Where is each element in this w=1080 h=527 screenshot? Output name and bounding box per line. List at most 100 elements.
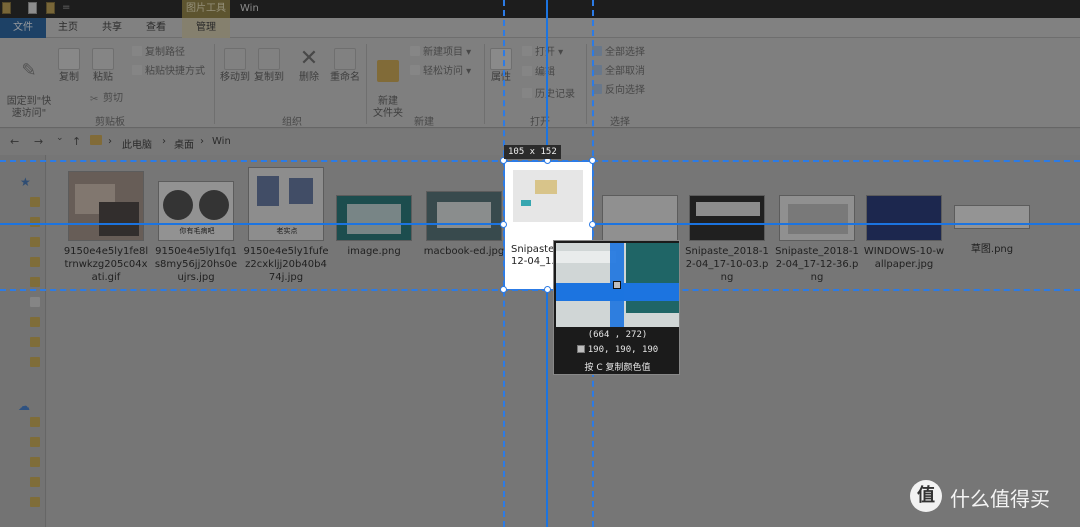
file-item[interactable]: WINDOWS-10-wallpaper.jpg [859,195,949,271]
magnifier-center-pixel [613,281,621,289]
pin-icon: ✎ [21,60,37,81]
file-item[interactable]: 你有毛病吧 9150e4e5ly1fq1s8my56jj20hs0eujrs.j… [151,181,241,284]
rename-button[interactable]: 重命名 [328,48,362,84]
properties-icon[interactable] [28,2,37,14]
cut-label: 剪切 [103,93,123,104]
delete-button[interactable]: ✕ 删除 [294,48,324,84]
quick-access-star-icon[interactable]: ★ [20,175,31,189]
magnified-pixels [626,243,679,313]
invert-selection-button[interactable]: 反向选择 [592,84,645,97]
file-name: Snipaste_2018-12-04_17-12-36.png [775,246,859,283]
file-item[interactable]: 老实点 9150e4e5ly1fufez2cxkljj20b40b474j.jp… [241,167,331,284]
file-item[interactable]: image.png [329,195,419,258]
file-icon[interactable] [2,2,11,14]
breadcrumb-separator: › [108,136,112,147]
group-select: 选择 [610,117,630,128]
pin-quick-access-button[interactable]: ✎ 固定到"快 速访问" [4,48,54,120]
breadcrumb-win[interactable]: Win [212,136,231,147]
resize-handle[interactable] [500,221,507,228]
sidebar-item[interactable] [30,297,40,307]
sidebar-folder[interactable] [30,437,40,447]
navigation-pane[interactable]: ★ ☁ [0,155,46,527]
sidebar-folder[interactable] [30,197,40,207]
easy-access-icon [410,65,420,75]
copy-color-hint: 按 C 复制颜色值 [584,363,651,373]
tab-file[interactable]: 文件 [0,18,46,38]
thumbnail-detail [521,200,531,206]
file-item[interactable] [595,195,685,245]
paste-shortcut-label: 粘贴快捷方式 [145,66,205,77]
breadcrumb-separator: › [200,136,204,147]
copy-path-icon [132,46,142,56]
resize-handle[interactable] [589,157,596,164]
quick-access-dropdown[interactable]: = [62,2,70,13]
thumbnail-png [336,195,412,241]
sidebar-folder[interactable] [30,477,40,487]
sidebar-folder[interactable] [30,417,40,427]
file-item[interactable]: Snipaste_2018-12-04_17-12-36.png [772,195,862,284]
window-title: Win [240,3,259,14]
recent-locations-button[interactable]: ⌄ [56,133,64,143]
resize-handle[interactable] [589,221,596,228]
breadcrumb-this-pc[interactable]: 此电脑 [122,136,152,151]
select-all-button[interactable]: 全部选择 [592,46,645,59]
properties-label: 属性 [491,72,511,83]
tab-view[interactable]: 查看 [136,18,176,38]
thumbnail-detail [163,190,193,220]
open-button[interactable]: 打开 ▾ [522,46,563,59]
resize-handle[interactable] [500,286,507,293]
paste-shortcut-button[interactable]: 粘贴快捷方式 [132,65,205,78]
thumbnail-jpg [866,195,942,241]
resize-handle[interactable] [544,286,551,293]
paste-button[interactable]: 粘贴 [88,48,118,84]
sidebar-folder[interactable] [30,337,40,347]
selected-thumbnail [513,170,583,222]
screen: = 图片工具 Win 文件 主页 共享 查看 管理 ✎ 固定到"快 速访问" 复… [0,0,1080,527]
back-button[interactable]: ← [10,135,19,148]
tab-home[interactable]: 主页 [48,18,88,38]
thumbnail-png [954,205,1030,229]
history-button[interactable]: 历史记录 [522,88,575,101]
copy-path-button[interactable]: 复制路径 [132,46,185,59]
tab-manage[interactable]: 管理 [182,18,230,38]
history-label: 历史记录 [535,89,575,100]
sidebar-folder[interactable] [30,237,40,247]
file-item[interactable]: 9150e4e5ly1fe8ltrnwkzg205c04xati.gif [61,171,151,284]
copy-button[interactable]: 复制 [56,48,82,84]
up-button[interactable]: ↑ [72,135,81,148]
new-folder-button[interactable]: 新建 文件夹 [370,48,406,120]
thumbnail-caption: 老实点 [276,227,298,235]
watermark-logo: 值 [910,480,942,512]
new-folder-icon[interactable] [46,2,55,14]
copy-to-button[interactable]: 复制到 [252,48,286,84]
tab-share[interactable]: 共享 [90,18,134,38]
sidebar-folder[interactable] [30,257,40,267]
forward-button[interactable]: → [34,135,43,148]
file-item[interactable]: Snipaste_2018-12-04_17-10-03.png [682,195,772,284]
edit-icon [522,66,532,76]
ribbon-tabs: 文件 主页 共享 查看 管理 [0,18,1080,38]
open-icon [522,46,532,56]
cut-button[interactable]: ✂ 剪切 [90,93,123,105]
new-item-button[interactable]: 新建项目 ▾ [410,46,471,59]
edit-button[interactable]: 编辑 [522,66,555,79]
copy-icon [58,48,80,70]
move-to-button[interactable]: 移动到 [218,48,252,84]
sidebar-folder[interactable] [30,457,40,467]
easy-access-button[interactable]: 轻松访问 ▾ [410,65,471,78]
select-none-button[interactable]: 全部取消 [592,65,645,78]
properties-button[interactable]: 属性 [488,48,514,84]
sidebar-folder[interactable] [30,217,40,227]
breadcrumb-desktop[interactable]: 桌面 [174,136,194,151]
thumbnail-png [602,195,678,241]
sidebar-folder[interactable] [30,317,40,327]
sidebar-folder[interactable] [30,277,40,287]
onedrive-icon[interactable]: ☁ [18,399,30,413]
rename-label: 重命名 [330,72,360,83]
sidebar-folder[interactable] [30,357,40,367]
move-to-label: 移动到 [220,72,250,83]
sidebar-folder[interactable] [30,497,40,507]
file-item[interactable]: 草图.png [947,195,1037,256]
group-open: 打开 [530,117,550,128]
properties-icon [490,48,512,70]
